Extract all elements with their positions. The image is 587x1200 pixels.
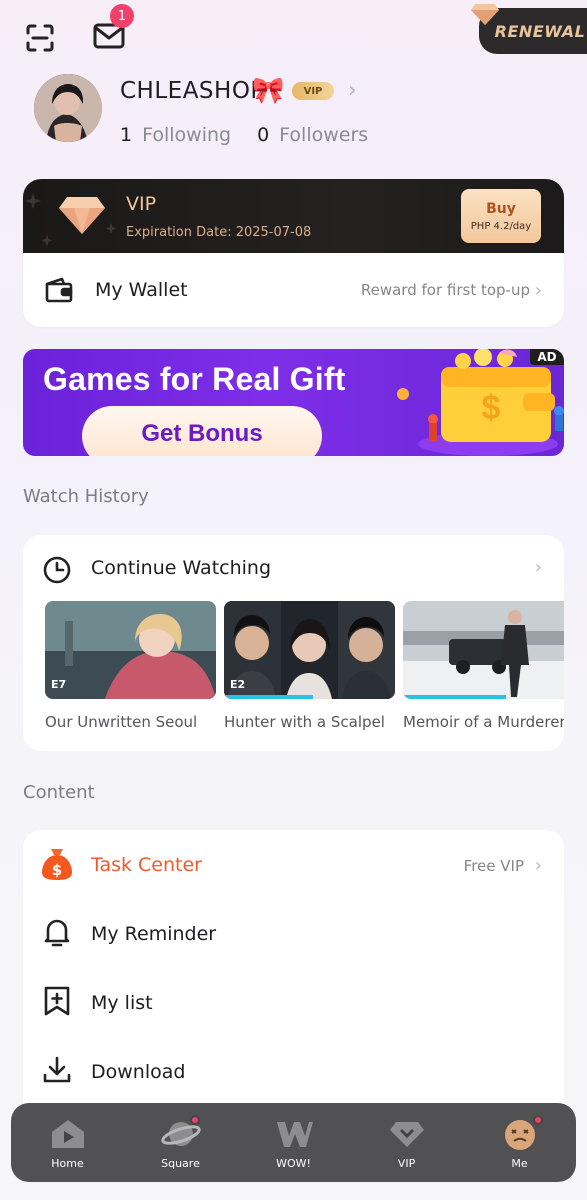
followers-label[interactable]: Followers xyxy=(279,124,368,146)
tab-home[interactable]: Home xyxy=(11,1103,124,1182)
tab-label: Square xyxy=(161,1157,200,1170)
tab-label: WOW! xyxy=(276,1157,311,1170)
username: CHLEASHOP xyxy=(120,78,265,104)
tab-vip[interactable]: VIP xyxy=(350,1103,463,1182)
tab-wow[interactable]: WOW! xyxy=(237,1103,350,1182)
follow-stats: 1 Following 0 Followers xyxy=(120,124,368,146)
wallet-label: My Wallet xyxy=(95,279,188,301)
menu-item-download[interactable]: Download xyxy=(23,1040,564,1102)
get-bonus-button[interactable]: Get Bonus xyxy=(82,406,322,456)
vip-banner[interactable]: VIP Expiration Date: 2025-07-08 Buy PHP … xyxy=(23,179,564,253)
history-item-title[interactable]: Hunter with a Scalpel xyxy=(224,713,385,731)
chevron-right-icon: › xyxy=(534,855,542,876)
content-menu-card: $ Task Center Free VIP › My Reminder My … xyxy=(23,830,564,1120)
continue-watching-label[interactable]: Continue Watching xyxy=(91,557,271,579)
menu-label: My Reminder xyxy=(91,923,217,945)
ad-tag: AD xyxy=(530,349,564,365)
notification-dot xyxy=(533,1115,543,1125)
diamond-icon xyxy=(59,195,105,239)
face-icon xyxy=(502,1117,538,1151)
w-logo-icon xyxy=(275,1117,313,1151)
bell-icon xyxy=(41,916,73,952)
avatar[interactable] xyxy=(34,74,102,142)
menu-label: Download xyxy=(91,1061,186,1083)
buy-price: PHP 4.2/day xyxy=(470,220,532,232)
wallet-coins-illustration: $ xyxy=(397,349,564,456)
following-count: 1 xyxy=(120,124,133,146)
buy-label: Buy xyxy=(486,200,516,217)
episode-label: E7 xyxy=(51,678,67,691)
vip-badge: VIP xyxy=(292,82,334,100)
progress-bar xyxy=(403,695,506,699)
content-title: Content xyxy=(23,782,95,803)
history-item-thumbnail[interactable]: E7 xyxy=(45,601,216,699)
menu-item-task-center[interactable]: $ Task Center Free VIP › xyxy=(23,833,564,895)
wallet-subtitle: Reward for first top-up xyxy=(360,281,530,299)
menu-label: My list xyxy=(91,992,153,1014)
history-item-thumbnail[interactable]: E2 xyxy=(224,601,395,699)
tab-label: Home xyxy=(51,1157,84,1170)
following-label[interactable]: Following xyxy=(142,124,231,146)
vip-expiration: Expiration Date: 2025-07-08 xyxy=(126,225,312,240)
tab-me[interactable]: Me xyxy=(463,1103,576,1182)
notification-dot xyxy=(190,1115,200,1125)
wallet-icon xyxy=(44,277,74,307)
history-item-title[interactable]: Our Unwritten Seoul xyxy=(45,713,197,731)
menu-label: Task Center xyxy=(91,854,202,876)
wallet-row[interactable]: My Wallet Reward for first top-up › xyxy=(23,253,564,327)
scan-icon[interactable] xyxy=(22,20,58,56)
vip-title: VIP xyxy=(126,193,157,215)
play-home-icon xyxy=(50,1117,86,1151)
vip-diamond-icon xyxy=(389,1117,424,1151)
bow-icon: 🎀 xyxy=(252,76,285,106)
followers-count: 0 xyxy=(257,124,270,146)
games-banner-ad[interactable]: $ Games for Real Gift Get Bonus AD xyxy=(23,349,564,456)
clock-icon xyxy=(42,555,72,589)
tab-label: VIP xyxy=(397,1157,416,1170)
watch-history-list: E7 Our Unwritten Seoul E2 Hunter with a … xyxy=(45,601,564,741)
diamond-icon xyxy=(471,2,499,30)
mail-badge: 1 xyxy=(110,4,134,28)
watch-history-title: Watch History xyxy=(23,486,149,507)
get-bonus-label: Get Bonus xyxy=(141,420,263,447)
renewal-button[interactable]: RENEWAL xyxy=(471,4,587,54)
renewal-label: RENEWAL xyxy=(494,21,586,41)
watch-history-card: Continue Watching › E7 Our Unwritten Seo… xyxy=(23,535,564,751)
history-item-thumbnail[interactable] xyxy=(403,601,564,699)
history-item-title[interactable]: Memoir of a Murderer xyxy=(403,713,564,731)
menu-item-my-reminder[interactable]: My Reminder xyxy=(23,902,564,964)
menu-subtitle: Free VIP xyxy=(463,857,524,875)
tab-square[interactable]: Square xyxy=(124,1103,237,1182)
menu-item-my-list[interactable]: My list xyxy=(23,971,564,1033)
top-bar: 1 RENEWAL xyxy=(0,0,587,60)
profile-header[interactable]: CHLEASHOP 🎀 VIP › 1 Following 0 Followers xyxy=(34,74,574,150)
chevron-right-icon: › xyxy=(534,280,542,301)
chevron-right-icon[interactable]: › xyxy=(348,78,357,103)
vip-wallet-card: VIP Expiration Date: 2025-07-08 Buy PHP … xyxy=(23,179,564,327)
tab-label: Me xyxy=(511,1157,528,1170)
episode-label: E2 xyxy=(230,678,246,691)
svg-text:$: $ xyxy=(52,861,62,879)
buy-vip-button[interactable]: Buy PHP 4.2/day xyxy=(461,189,541,243)
progress-bar xyxy=(224,695,313,699)
bottom-tab-bar: Home Square WOW! VIP Me xyxy=(11,1103,576,1182)
svg-text:$: $ xyxy=(482,389,501,427)
chevron-right-icon[interactable]: › xyxy=(535,557,542,578)
banner-title: Games for Real Gift xyxy=(43,361,346,397)
money-bag-icon: $ xyxy=(41,847,73,885)
download-icon xyxy=(41,1054,73,1090)
bookmark-plus-icon xyxy=(41,985,73,1021)
